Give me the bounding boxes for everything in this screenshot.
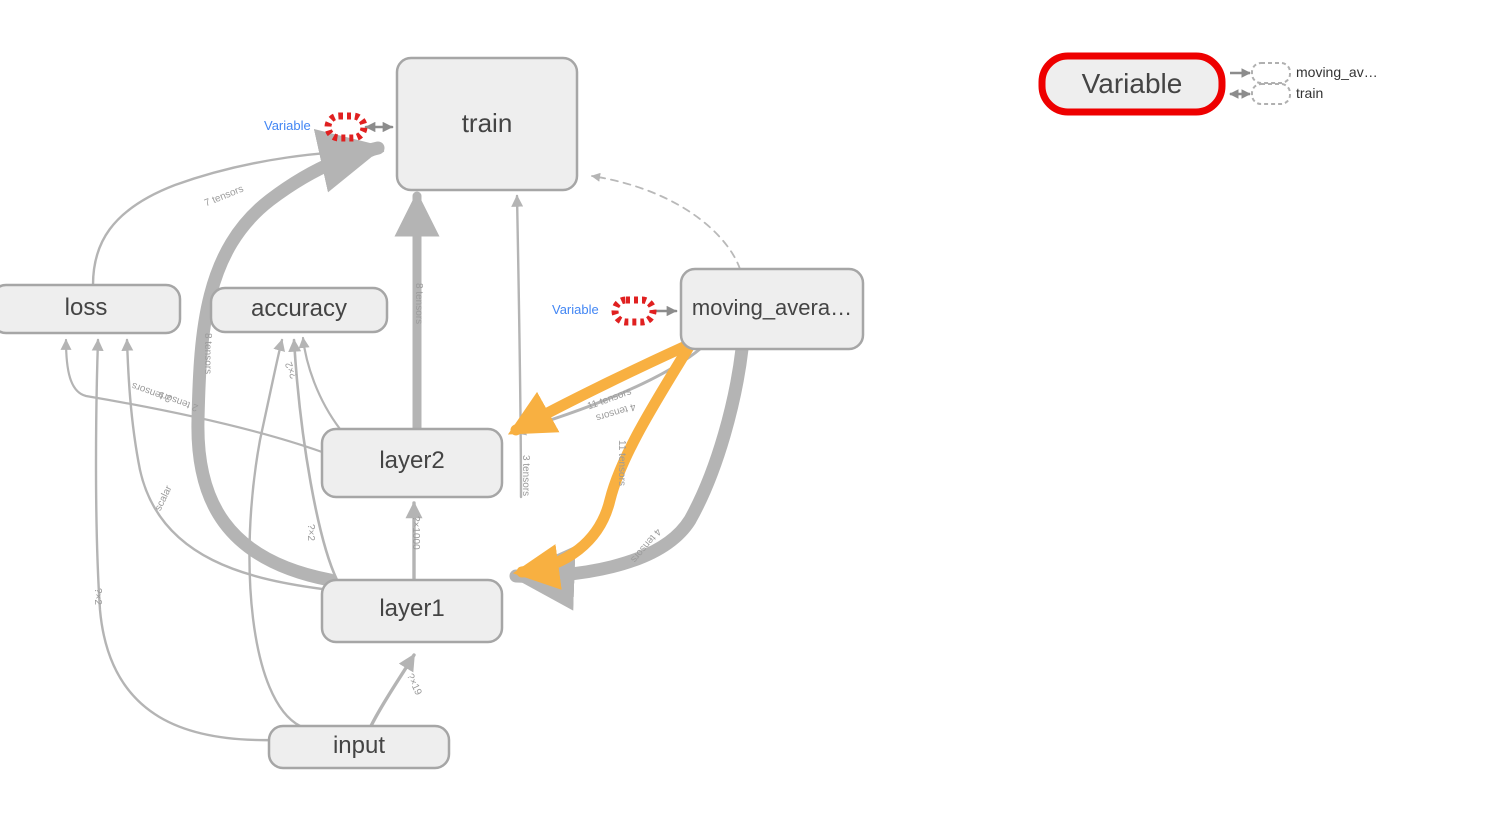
legend-chip-train (1251, 83, 1291, 105)
legend-chip-moving (1251, 62, 1291, 84)
variable-tag-train-label: Variable (264, 118, 311, 133)
node-input[interactable] (267, 724, 451, 770)
edge-label-qx2-layer1: ?×2 (305, 524, 316, 541)
edge-layer2-to-accuracy (298, 336, 342, 431)
edge-input-to-accuracy (248, 338, 302, 728)
node-loss[interactable] (0, 283, 182, 335)
node-train[interactable] (395, 56, 579, 192)
edge-label-8-tensors-a: 8 tensors (413, 283, 424, 325)
variable-icon-train (324, 112, 368, 142)
legend-selected-node[interactable] (1038, 52, 1226, 116)
edge-label-11-tensors-b: 11 tensors (616, 440, 627, 486)
legend-panel (1038, 52, 1291, 116)
legend-row-moving-label: moving_av… (1296, 64, 1378, 80)
edge-layer1-to-loss (121, 338, 332, 592)
edge-loss-to-train (91, 144, 385, 287)
node-layer2[interactable] (320, 427, 504, 499)
node-accuracy[interactable] (209, 286, 389, 334)
variable-tag-moving-average-label: Variable (552, 302, 599, 317)
variable-icon-moving-average (611, 296, 657, 326)
graph-canvas[interactable] (0, 0, 1496, 830)
legend-row-train-label: train (1296, 85, 1324, 101)
node-moving-average[interactable] (679, 267, 865, 351)
node-layer1[interactable] (320, 578, 504, 644)
edge-label-qx2-left: ?×2 (92, 588, 103, 605)
edge-label-qx1000: ?×1000 (410, 516, 421, 550)
edge-layer2-right-to-train (511, 194, 524, 499)
edge-label-3-tensors: 3 tensors (520, 455, 531, 497)
edge-movingaverage-to-train-dashed (591, 172, 741, 270)
edge-label-8-tensors-b: 8 tensors (202, 333, 213, 375)
edge-input-to-layer1 (369, 653, 416, 728)
